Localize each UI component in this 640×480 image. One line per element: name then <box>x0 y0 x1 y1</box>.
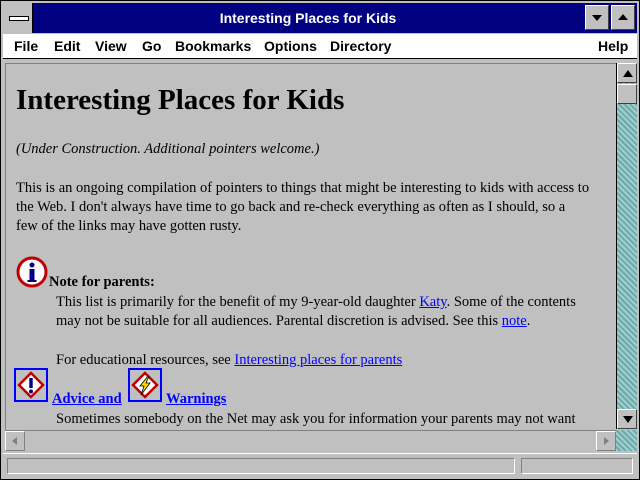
menu-view[interactable]: View <box>95 38 127 54</box>
note-for-parents-label: Note for parents: <box>49 274 155 290</box>
horizontal-scrollbar[interactable] <box>5 430 616 451</box>
warning-text-line: Sometimes somebody on the Net may ask yo… <box>56 411 576 427</box>
educational-text: For educational resources, see <box>56 352 235 368</box>
scroll-right-button[interactable] <box>596 431 616 451</box>
status-message <box>7 458 515 474</box>
scrollbar-corner <box>616 430 637 451</box>
progress-indicator <box>521 458 633 474</box>
title-bar[interactable]: Interesting Places for Kids <box>3 3 637 33</box>
advice-icon-link[interactable] <box>14 368 48 402</box>
document-view[interactable]: Interesting Places for Kids (Under Const… <box>5 63 616 430</box>
menu-edit[interactable]: Edit <box>54 38 80 54</box>
link-katy[interactable]: Katy <box>419 294 446 310</box>
page-heading: Interesting Places for Kids <box>16 84 345 116</box>
scroll-down-button[interactable] <box>617 409 637 429</box>
arrow-up-icon <box>623 70 633 77</box>
link-note[interactable]: note <box>502 313 527 329</box>
arrow-right-icon <box>604 437 609 445</box>
scroll-left-button[interactable] <box>5 431 25 451</box>
note-line-2-tail: . <box>526 313 531 329</box>
browser-window: Interesting Places for Kids File Edit Vi… <box>0 0 640 480</box>
note-line-1: This list is primarily for the benefit o… <box>56 293 606 312</box>
vertical-scrollbar[interactable] <box>616 63 637 429</box>
vertical-scroll-thumb[interactable] <box>617 84 637 104</box>
window-title: Interesting Places for Kids <box>219 10 397 26</box>
intro-line-3: few of the links may have gotten rusty. <box>16 218 242 234</box>
warnings-icon-link[interactable] <box>128 368 162 402</box>
under-construction-text: (Under Construction. Additional pointers… <box>16 141 320 157</box>
link-advice-and[interactable]: Advice and <box>52 391 122 408</box>
note-line-2-text: may not be suitable for all audiences. P… <box>56 313 502 329</box>
maximize-button[interactable] <box>611 5 635 30</box>
status-bar <box>3 453 637 478</box>
note-line-2: may not be suitable for all audiences. P… <box>56 312 606 331</box>
link-interesting-places-for-parents[interactable]: Interesting places for parents <box>234 352 402 368</box>
menu-options[interactable]: Options <box>264 38 317 54</box>
link-warnings[interactable]: Warnings <box>166 391 226 408</box>
system-menu-button[interactable] <box>3 3 33 33</box>
menu-file[interactable]: File <box>14 38 38 54</box>
exclamation-warning-icon <box>17 371 45 399</box>
info-icon <box>16 256 48 288</box>
minimize-button[interactable] <box>585 5 609 30</box>
menu-bookmarks[interactable]: Bookmarks <box>175 38 251 54</box>
note-line-1-text: This list is primarily for the benefit o… <box>56 294 420 310</box>
intro-line-2: the Web. I don't always have time to go … <box>16 199 566 215</box>
maximize-icon <box>618 14 628 20</box>
arrow-down-icon <box>623 416 633 423</box>
menu-directory[interactable]: Directory <box>330 38 391 54</box>
intro-line-1: This is an ongoing compilation of pointe… <box>16 180 590 196</box>
menu-help[interactable]: Help <box>598 38 628 54</box>
system-menu-icon <box>9 16 29 21</box>
menu-bar: File Edit View Go Bookmarks Options Dire… <box>3 34 637 59</box>
scroll-up-button[interactable] <box>617 63 637 83</box>
menu-go[interactable]: Go <box>142 38 161 54</box>
arrow-left-icon <box>12 437 17 445</box>
note-line-1-tail: . Some of the contents <box>446 294 576 310</box>
minimize-icon <box>592 15 602 21</box>
lightning-warning-icon <box>131 371 159 399</box>
